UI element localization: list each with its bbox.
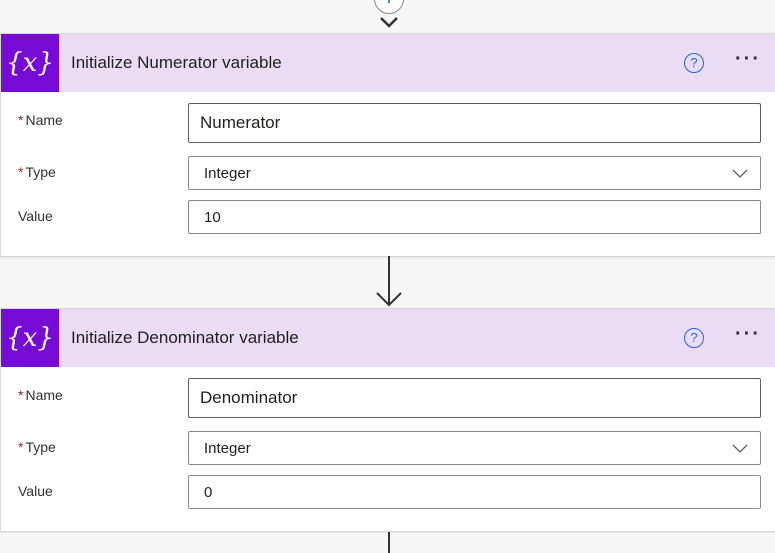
name-label: * Name xyxy=(18,387,63,403)
card-header[interactable]: {x} Initialize Denominator variable ? ··… xyxy=(1,309,775,367)
more-options-icon[interactable]: ··· xyxy=(735,323,761,346)
initialize-numerator-card: {x} Initialize Numerator variable ? ··· … xyxy=(0,33,775,257)
card-title: Initialize Numerator variable xyxy=(71,53,282,72)
connector-arrow-icon xyxy=(380,17,398,28)
value-input[interactable]: 0 xyxy=(188,475,761,509)
name-input[interactable]: Numerator xyxy=(188,103,761,143)
value-input[interactable]: 10 xyxy=(188,200,761,234)
chevron-down-icon xyxy=(732,444,748,453)
variable-icon: {x} xyxy=(1,34,59,92)
value-label: Value xyxy=(18,483,53,499)
chevron-down-icon xyxy=(732,169,748,178)
connector-line xyxy=(388,532,390,553)
variable-icon: {x} xyxy=(1,309,59,367)
help-icon[interactable]: ? xyxy=(684,53,704,73)
name-label: * Name xyxy=(18,112,63,128)
type-label: * Type xyxy=(18,164,56,180)
type-select[interactable]: Integer xyxy=(188,156,761,190)
name-input[interactable]: Denominator xyxy=(188,378,761,418)
more-options-icon[interactable]: ··· xyxy=(735,48,761,71)
card-title: Initialize Denominator variable xyxy=(71,328,299,347)
type-label: * Type xyxy=(18,439,56,455)
value-label: Value xyxy=(18,208,53,224)
connector-arrow-icon xyxy=(376,256,402,307)
help-icon[interactable]: ? xyxy=(684,328,704,348)
type-select[interactable]: Integer xyxy=(188,431,761,465)
card-header[interactable]: {x} Initialize Numerator variable ? ··· xyxy=(1,34,775,92)
initialize-denominator-card: {x} Initialize Denominator variable ? ··… xyxy=(0,308,775,532)
